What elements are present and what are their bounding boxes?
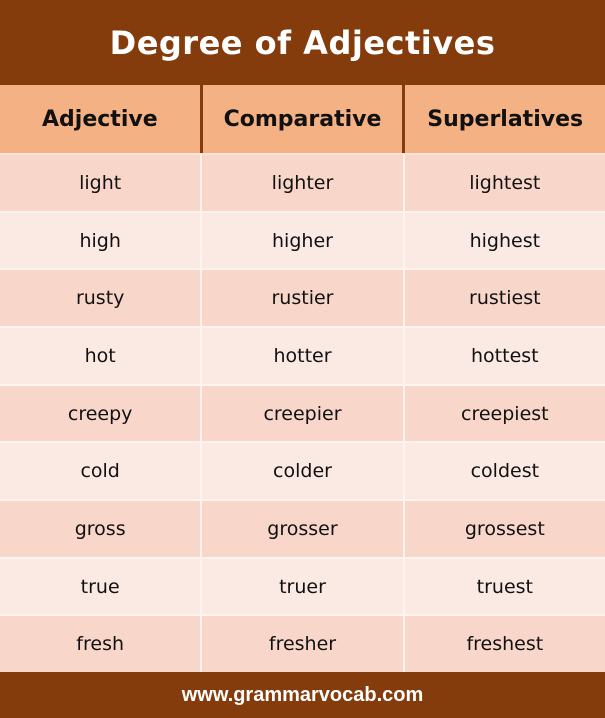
page-title: Degree of Adjectives (0, 0, 605, 85)
cell-comparative: colder (200, 443, 402, 500)
table-row: true truer truest (0, 556, 605, 615)
table-row: hot hotter hottest (0, 326, 605, 384)
cell-adjective: light (79, 171, 122, 194)
cell-superlative: truest (402, 558, 605, 615)
cell-adjective: rusty (75, 287, 125, 310)
cell-superlative: freshest (402, 616, 605, 673)
cell-superlative: grossest (402, 501, 605, 557)
column-header-comparative: Comparative (199, 85, 403, 153)
table-row: light lighter lightest (0, 155, 605, 211)
cell-superlative: coldest (402, 443, 605, 500)
table-row: rusty rustier rustiest (0, 268, 605, 327)
cell-comparative: higher (200, 212, 402, 269)
table-body: light lighter lightest high higher highe… (0, 155, 605, 673)
cell-adjective: hot (84, 344, 116, 367)
table-header: Adjective Comparative Superlatives (0, 85, 605, 155)
cell-adjective: creepy (67, 402, 133, 425)
cell-superlative: creepiest (402, 385, 605, 442)
cell-adjective: high (79, 229, 121, 252)
cell-superlative: hottest (402, 328, 605, 384)
table-row: cold colder coldest (0, 441, 605, 500)
cell-comparative: lighter (200, 155, 402, 211)
cell-comparative: truer (200, 558, 402, 615)
cell-comparative: fresher (200, 616, 402, 673)
table-row: fresh fresher freshest (0, 614, 605, 673)
table-row: gross grosser grossest (0, 499, 605, 557)
table-row: creepy creepier creepiest (0, 383, 605, 442)
table-row: high higher highest (0, 210, 605, 269)
cell-comparative: creepier (200, 385, 402, 442)
cell-comparative: hotter (200, 328, 402, 384)
cell-adjective: true (80, 575, 120, 598)
footer-website: www.grammarvocab.com (0, 672, 605, 718)
column-header-superlatives: Superlatives (402, 85, 605, 153)
cell-comparative: grosser (200, 501, 402, 557)
cell-superlative: highest (402, 212, 605, 269)
cell-adjective: gross (74, 517, 126, 540)
cell-superlative: rustiest (402, 270, 605, 327)
column-header-adjective: Adjective (42, 106, 158, 132)
cell-adjective: fresh (76, 633, 125, 656)
cell-adjective: cold (80, 460, 120, 483)
cell-superlative: lightest (402, 155, 605, 211)
cell-comparative: rustier (200, 270, 402, 327)
